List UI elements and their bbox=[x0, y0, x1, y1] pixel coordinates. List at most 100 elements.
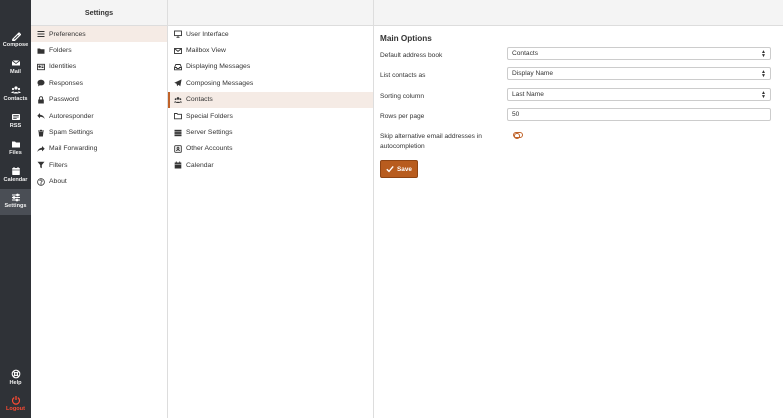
nav-calendar[interactable]: Calendar bbox=[0, 163, 31, 189]
form-title: Main Options bbox=[380, 34, 432, 43]
section-calendar[interactable]: Calendar bbox=[168, 157, 373, 173]
list-contacts-as-select[interactable]: Display Name ▲ ▼ bbox=[507, 67, 771, 81]
settings-item-spam-settings[interactable]: Spam Settings bbox=[31, 124, 167, 140]
settings-item-password[interactable]: Password bbox=[31, 92, 167, 108]
rows-per-page-input[interactable]: 50 bbox=[507, 107, 771, 121]
sorting-column-value: Last Name bbox=[512, 90, 544, 98]
question-icon bbox=[36, 177, 45, 186]
settings-item-label: Spam Settings bbox=[49, 129, 94, 137]
nav-logout-label: Logout bbox=[6, 406, 25, 412]
folder-icon bbox=[11, 139, 21, 149]
sorting-column-select[interactable]: Last Name ▲ ▼ bbox=[507, 87, 771, 101]
settings-item-mail-forwarding[interactable]: Mail Forwarding bbox=[31, 141, 167, 157]
nav-contacts-label: Contacts bbox=[3, 96, 28, 102]
settings-item-folders[interactable]: Folders bbox=[31, 42, 167, 58]
sliders-icon bbox=[36, 30, 45, 39]
main-options-panel: Main Options Default address book Contac… bbox=[374, 0, 783, 418]
section-other-accounts[interactable]: Other Accounts bbox=[168, 141, 373, 157]
settings-item-label: Mail Forwarding bbox=[49, 145, 98, 153]
nav-files[interactable]: Files bbox=[0, 136, 31, 162]
settings-item-identities[interactable]: Identities bbox=[31, 59, 167, 75]
settings-item-label: Filters bbox=[49, 161, 68, 169]
folder-outline-icon bbox=[173, 112, 182, 121]
nav-mail[interactable]: Mail bbox=[0, 55, 31, 81]
skip-alt-email-toggle[interactable] bbox=[513, 132, 523, 139]
section-displaying-messages[interactable]: Displaying Messages bbox=[168, 59, 373, 75]
main-header bbox=[374, 0, 783, 26]
section-composing-messages[interactable]: Composing Messages bbox=[168, 75, 373, 91]
settings-title: Settings bbox=[31, 0, 167, 26]
accounts-icon bbox=[173, 144, 182, 153]
settings-item-autoresponder[interactable]: Autoresponder bbox=[31, 108, 167, 124]
settings-item-label: Identities bbox=[49, 63, 77, 71]
save-button-label: Save bbox=[397, 165, 412, 173]
nav-help[interactable]: Help bbox=[0, 366, 31, 392]
settings-item-label: About bbox=[49, 178, 67, 186]
nav-rss-label: RSS bbox=[9, 123, 22, 129]
envelope-icon bbox=[173, 46, 182, 55]
calendar-icon bbox=[11, 166, 21, 176]
nav-compose[interactable]: Compose bbox=[0, 28, 31, 54]
row-sorting-column: Sorting column Last Name ▲ ▼ bbox=[380, 87, 777, 108]
trash-icon bbox=[36, 128, 45, 137]
section-label: Mailbox View bbox=[186, 47, 226, 55]
settings-item-responses[interactable]: Responses bbox=[31, 75, 167, 91]
monitor-icon bbox=[173, 30, 182, 39]
nav-settings[interactable]: Settings bbox=[0, 189, 31, 215]
section-label: Contacts bbox=[186, 96, 213, 104]
nav-contacts[interactable]: Contacts bbox=[0, 82, 31, 108]
settings-item-about[interactable]: About bbox=[31, 174, 167, 190]
section-mailbox-view[interactable]: Mailbox View bbox=[168, 42, 373, 58]
save-button[interactable]: Save bbox=[380, 160, 418, 179]
section-label: Composing Messages bbox=[186, 79, 254, 87]
section-label: Special Folders bbox=[186, 112, 233, 120]
users-icon bbox=[173, 95, 182, 104]
folder-icon bbox=[36, 46, 45, 55]
section-label: Displaying Messages bbox=[186, 63, 251, 71]
nav-rss[interactable]: RSS bbox=[0, 109, 31, 135]
settings-item-label: Folders bbox=[49, 47, 72, 55]
app-nav-rail: Compose Mail Contacts RSS Files Calendar bbox=[0, 0, 31, 418]
settings-icon bbox=[11, 192, 21, 202]
section-label: User Interface bbox=[186, 30, 229, 38]
calendar-icon bbox=[173, 161, 182, 170]
list-contacts-as-label: List contacts as bbox=[380, 72, 426, 80]
default-address-book-value: Contacts bbox=[512, 50, 539, 57]
inbox-icon bbox=[173, 62, 182, 71]
lock-icon bbox=[36, 95, 45, 104]
skip-alt-email-label: Skip alternative email addresses in auto… bbox=[380, 133, 482, 150]
select-caret-icon: ▲ ▼ bbox=[761, 89, 766, 100]
section-label: Calendar bbox=[186, 161, 214, 169]
select-caret-icon: ▲ ▼ bbox=[761, 69, 766, 80]
default-address-book-select[interactable]: Contacts ▲ ▼ bbox=[507, 47, 771, 60]
nav-settings-label: Settings bbox=[4, 203, 27, 209]
settings-panel: Settings Preferences Folders Identities … bbox=[31, 0, 168, 418]
paper-plane-icon bbox=[173, 79, 182, 88]
nav-files-label: Files bbox=[9, 150, 22, 156]
row-default-address-book: Default address book Contacts ▲ ▼ bbox=[380, 47, 777, 67]
section-special-folders[interactable]: Special Folders bbox=[168, 108, 373, 124]
nav-logout[interactable]: Logout bbox=[0, 392, 31, 418]
settings-item-label: Responses bbox=[49, 79, 84, 87]
forward-icon bbox=[36, 144, 45, 153]
checkmark-icon bbox=[386, 166, 394, 173]
server-icon bbox=[173, 128, 182, 137]
rss-icon bbox=[11, 112, 21, 122]
section-server-settings[interactable]: Server Settings bbox=[168, 124, 373, 140]
nav-help-label: Help bbox=[9, 380, 22, 386]
nav-compose-label: Compose bbox=[2, 42, 29, 48]
nav-calendar-label: Calendar bbox=[3, 177, 28, 183]
section-user-interface[interactable]: User Interface bbox=[168, 26, 373, 42]
default-address-book-label: Default address book bbox=[380, 52, 443, 59]
settings-item-preferences[interactable]: Preferences bbox=[31, 26, 167, 43]
row-list-contacts-as: List contacts as Display Name ▲ ▼ bbox=[380, 67, 777, 87]
reply-icon bbox=[36, 112, 45, 121]
sections-header bbox=[168, 0, 373, 26]
settings-item-filters[interactable]: Filters bbox=[31, 157, 167, 173]
compose-icon bbox=[11, 31, 21, 41]
rows-per-page-label: Rows per page bbox=[380, 112, 425, 120]
preferences-sections-panel: User Interface Mailbox View Displaying M… bbox=[168, 0, 374, 418]
section-contacts[interactable]: Contacts bbox=[168, 91, 373, 108]
settings-item-label: Preferences bbox=[49, 30, 86, 38]
section-label: Other Accounts bbox=[186, 145, 233, 153]
